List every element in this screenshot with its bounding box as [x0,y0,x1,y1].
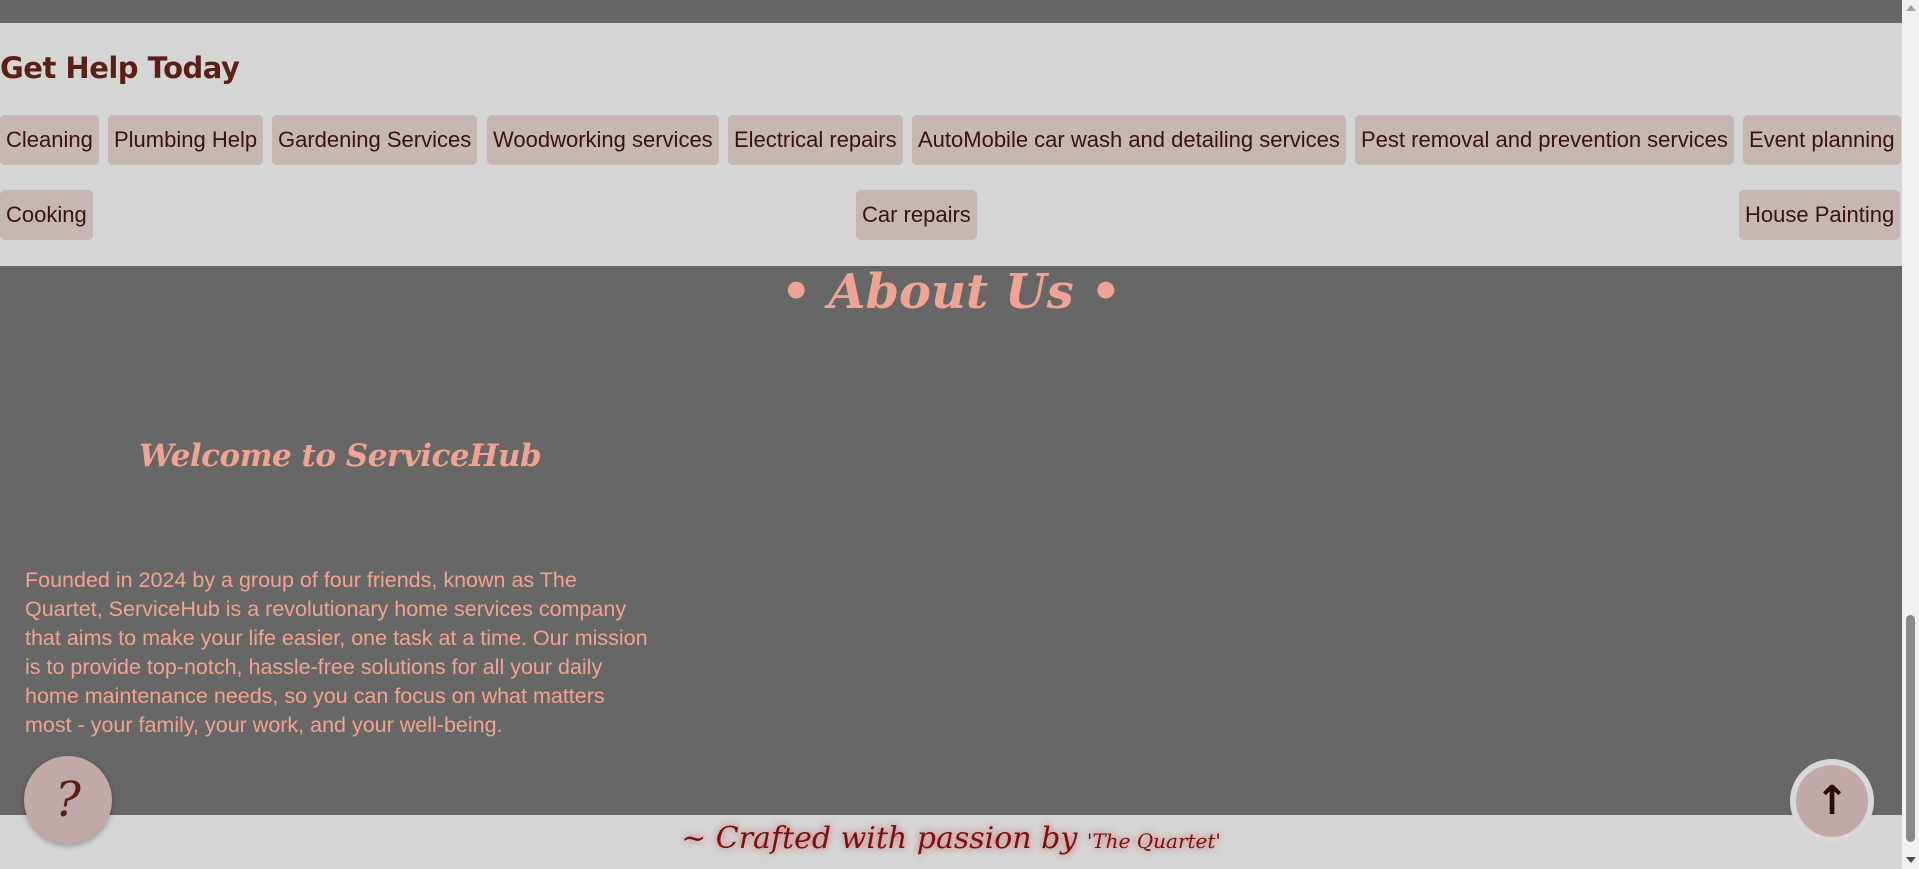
service-chip-house-painting[interactable]: House Painting [1739,190,1901,240]
about-title: • About Us • [780,264,1122,320]
question-mark-icon: ? [55,772,81,828]
service-chip-cooking[interactable]: Cooking [0,190,93,240]
footer-credit: ~ Crafted with passion by 'The Quartet' [0,821,1902,856]
vertical-scrollbar[interactable] [1902,0,1919,869]
scroll-thumb[interactable] [1906,615,1915,842]
footer-signature: 'The Quartet' [1086,829,1221,853]
scroll-to-top-button[interactable]: ↑ [1790,759,1874,843]
arrow-up-icon: ↑ [1815,778,1849,824]
service-chip-car-repairs[interactable]: Car repairs [856,190,977,240]
top-strip [0,0,1902,23]
service-chip-electrical[interactable]: Electrical repairs [728,115,903,165]
welcome-heading: Welcome to ServiceHub [138,438,542,474]
section-title: Get Help Today [0,51,240,85]
service-chip-pest-removal[interactable]: Pest removal and prevention services [1355,115,1734,165]
service-chip-woodworking[interactable]: Woodworking services [487,115,719,165]
service-chip-cleaning[interactable]: Cleaning [0,115,99,165]
get-help-section: Get Help Today Cleaning Plumbing Help Ga… [0,23,1902,266]
scroll-down-arrow-icon[interactable] [1906,857,1916,863]
about-section: • About Us • Welcome to ServiceHub Found… [0,264,1902,815]
service-chip-car-wash[interactable]: AutoMobile car wash and detailing servic… [912,115,1346,165]
footer-text: ~ Crafted with passion by [681,821,1087,856]
service-chip-event-planning[interactable]: Event planning [1743,115,1901,165]
about-description: Founded in 2024 by a group of four frien… [25,568,648,737]
service-chip-gardening[interactable]: Gardening Services [272,115,478,165]
scroll-up-arrow-icon[interactable] [1906,5,1916,11]
service-chip-plumbing[interactable]: Plumbing Help [108,115,264,165]
footer: ~ Crafted with passion by 'The Quartet' [0,815,1902,869]
help-button[interactable]: ? [24,756,112,844]
